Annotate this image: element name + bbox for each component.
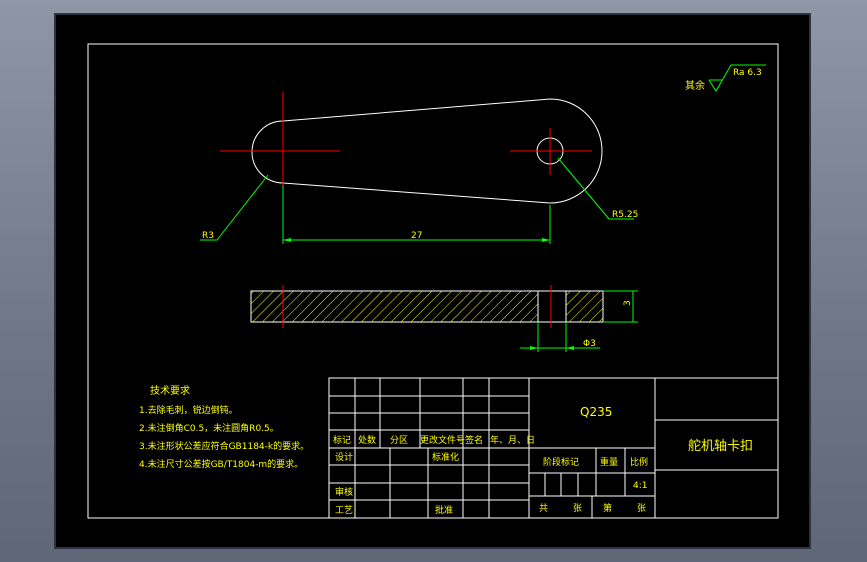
tech-req-title: 技术要求 bbox=[150, 384, 190, 397]
tech-req-item: 1.去除毛刺，锐边倒钝。 bbox=[139, 404, 238, 416]
svg-text:批准: 批准 bbox=[435, 504, 453, 516]
svg-text:比例: 比例 bbox=[630, 456, 648, 468]
svg-text:张: 张 bbox=[573, 503, 582, 514]
svg-text:设计: 设计 bbox=[335, 451, 353, 463]
tech-req-item: 4.未注尺寸公差按GB/T1804-m的要求。 bbox=[139, 458, 303, 470]
dim-hole-diameter: Φ3 bbox=[583, 339, 596, 349]
tech-req-item: 2.未注倒角C0.5，未注圆角R0.5。 bbox=[139, 422, 279, 434]
dim-center-distance: 27 bbox=[411, 231, 422, 241]
svg-text:第: 第 bbox=[603, 502, 612, 514]
dim-left-radius: R3 bbox=[202, 231, 214, 241]
svg-text:其余: 其余 bbox=[685, 79, 705, 92]
svg-text:处数: 处数 bbox=[358, 434, 376, 446]
svg-text:标记: 标记 bbox=[333, 434, 351, 446]
material: Q235 bbox=[580, 405, 612, 419]
svg-text:更改文件号: 更改文件号 bbox=[420, 434, 465, 446]
tech-req-item: 3.未注形状公差应符合GB1184-k的要求。 bbox=[139, 440, 309, 452]
svg-text:共: 共 bbox=[539, 503, 548, 514]
svg-text:工艺: 工艺 bbox=[335, 505, 353, 516]
svg-text:重量: 重量 bbox=[600, 456, 618, 468]
dim-right-radius: R5.25 bbox=[612, 210, 638, 220]
dim-thickness: 3 bbox=[623, 300, 633, 306]
svg-text:审核: 审核 bbox=[335, 486, 353, 498]
cad-drawing: R3 R5.25 27 其余 Ra 6.3 3 Φ3 技术要求 1.去除毛刺，锐… bbox=[54, 13, 811, 549]
svg-text:张: 张 bbox=[637, 503, 646, 514]
svg-text:年、月、日: 年、月、日 bbox=[490, 434, 535, 446]
svg-text:阶段标记: 阶段标记 bbox=[543, 456, 579, 468]
part-name: 舵机轴卡扣 bbox=[688, 439, 753, 454]
svg-text:标准化: 标准化 bbox=[432, 451, 459, 463]
svg-text:Ra 6.3: Ra 6.3 bbox=[733, 68, 762, 78]
scale-value: 4:1 bbox=[633, 481, 647, 491]
svg-text:签名: 签名 bbox=[465, 434, 483, 446]
svg-text:分区: 分区 bbox=[390, 435, 408, 446]
